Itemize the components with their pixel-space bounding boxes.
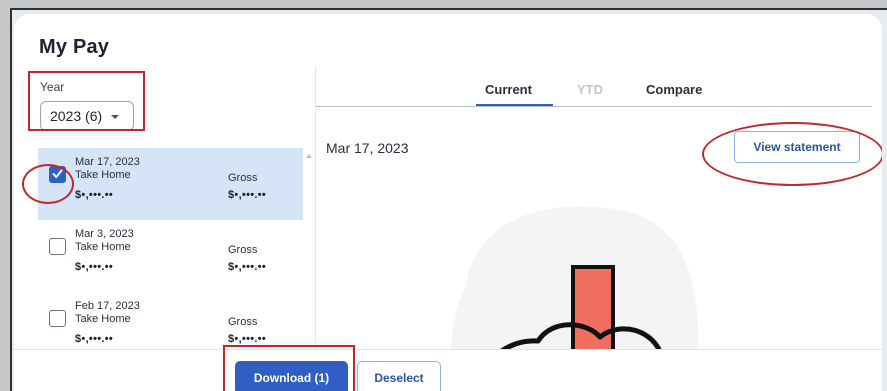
- gross-amount: $•,•••.••: [228, 261, 267, 273]
- pay-date: Feb 17, 2023: [75, 300, 140, 312]
- tab-current[interactable]: Current: [485, 82, 532, 97]
- tab-compare[interactable]: Compare: [646, 82, 702, 97]
- list-item[interactable]: Mar 17, 2023 Take Home Gross $•,•••.•• $…: [38, 148, 303, 220]
- deselect-button[interactable]: Deselect: [357, 361, 441, 391]
- scroll-up-icon[interactable]: [306, 154, 312, 158]
- tab-ytd[interactable]: YTD: [577, 82, 603, 97]
- statement-pane: Current YTD Compare Mar 17, 2023 View st…: [315, 66, 882, 391]
- gross-label: Gross: [228, 316, 258, 328]
- row-checkbox[interactable]: [49, 238, 66, 255]
- take-home-label: Take Home: [75, 313, 131, 325]
- take-home-amount: $•,•••.••: [75, 333, 114, 345]
- take-home-amount: $•,•••.••: [75, 261, 114, 273]
- take-home-amount: $•,•••.••: [75, 189, 114, 201]
- pay-list-pane: Year 2023 (6) Mar 17, 2023 Take Home Gro…: [14, 66, 315, 391]
- action-bar: Download (1) Deselect: [14, 345, 882, 391]
- tabs-divider: [316, 106, 872, 107]
- tab-bar: Current YTD Compare: [316, 66, 882, 108]
- row-checkbox[interactable]: [49, 310, 66, 327]
- gross-amount: $•,•••.••: [228, 333, 267, 345]
- annotation-year-box: [28, 71, 145, 131]
- statement-date: Mar 17, 2023: [326, 140, 409, 156]
- gross-label: Gross: [228, 244, 258, 256]
- pay-date: Mar 3, 2023: [75, 228, 134, 240]
- gross-label: Gross: [228, 172, 258, 184]
- list-item[interactable]: Mar 3, 2023 Take Home Gross $•,•••.•• $•…: [38, 220, 303, 292]
- my-pay-card: My Pay Year 2023 (6) Mar 17, 2023 Take H…: [14, 14, 882, 391]
- take-home-label: Take Home: [75, 169, 131, 181]
- take-home-label: Take Home: [75, 241, 131, 253]
- page-title: My Pay: [39, 36, 110, 58]
- pay-date: Mar 17, 2023: [75, 156, 140, 168]
- gross-amount: $•,•••.••: [228, 189, 267, 201]
- annotation-checkbox-circle: [22, 164, 74, 204]
- annotation-download-box: [223, 345, 355, 391]
